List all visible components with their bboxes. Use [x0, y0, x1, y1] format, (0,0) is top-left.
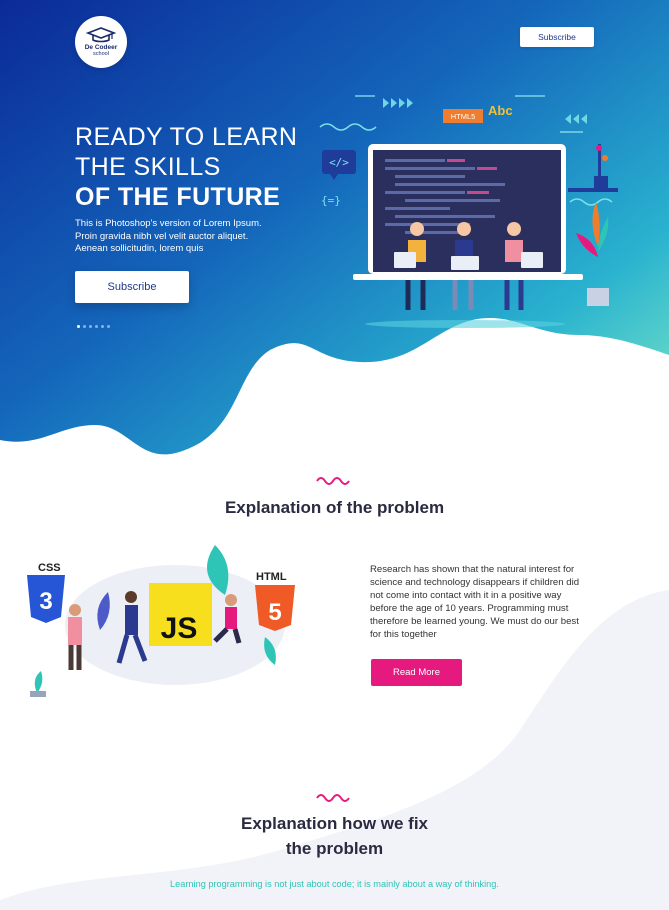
header-subscribe-button[interactable]: Subscribe [520, 27, 594, 47]
squiggle-divider-2 [316, 794, 350, 802]
html-label: HTML [256, 571, 287, 583]
hero-subscribe-button[interactable]: Subscribe [75, 271, 189, 303]
css-label: CSS [38, 562, 61, 574]
svg-text:{=}: {=} [321, 194, 341, 207]
logo-text-sub: school [93, 51, 109, 57]
coding-languages-illustration: CSS 3 JS HTML 5 [27, 545, 295, 697]
hero-title-line2: THE SKILLS [75, 153, 221, 181]
logo-text-main: De Codeer [84, 44, 118, 51]
slider-dot[interactable] [95, 325, 98, 328]
hero-title: READY TO LEARN THE SKILLS OF THE FUTURE [75, 122, 297, 212]
slider-dot[interactable] [101, 325, 104, 328]
slider-dot[interactable] [83, 325, 86, 328]
abc-label: Abc [488, 103, 513, 118]
squiggle-divider [316, 477, 350, 485]
slider-dot[interactable] [107, 325, 110, 328]
hero-description: This is Photoshop's version of Lorem Ips… [75, 218, 262, 254]
slider-dot[interactable] [77, 325, 80, 328]
hero-illustration: </> {=} HTML5 Abc [319, 95, 618, 328]
svg-text:5: 5 [268, 599, 281, 626]
slider-dots [77, 325, 110, 328]
html5-label: HTML5 [451, 112, 476, 121]
hero-title-line3: OF THE FUTURE [75, 183, 281, 211]
problem-title: Explanation of the problem [224, 498, 445, 517]
fix-title-line2: the problem [285, 839, 384, 858]
fix-title: Explanation how we fix the problem [0, 811, 669, 861]
svg-text:</>: </> [329, 156, 349, 169]
landing-page: De Codeer school Subscribe READY TO LEAR… [0, 0, 669, 910]
problem-description: Research has shown that the natural inte… [370, 564, 580, 640]
fix-title-line1: Explanation how we fix [240, 814, 429, 833]
hero-title-line1: READY TO LEARN [75, 123, 298, 151]
svg-text:3: 3 [39, 588, 52, 615]
read-more-button[interactable]: Read More [371, 659, 462, 686]
fix-tagline: Learning programming is not just about c… [170, 879, 499, 889]
js-label: JS [161, 612, 198, 645]
graduation-cap-icon [86, 27, 116, 43]
logo[interactable]: De Codeer school [75, 16, 127, 68]
slider-dot[interactable] [89, 325, 92, 328]
